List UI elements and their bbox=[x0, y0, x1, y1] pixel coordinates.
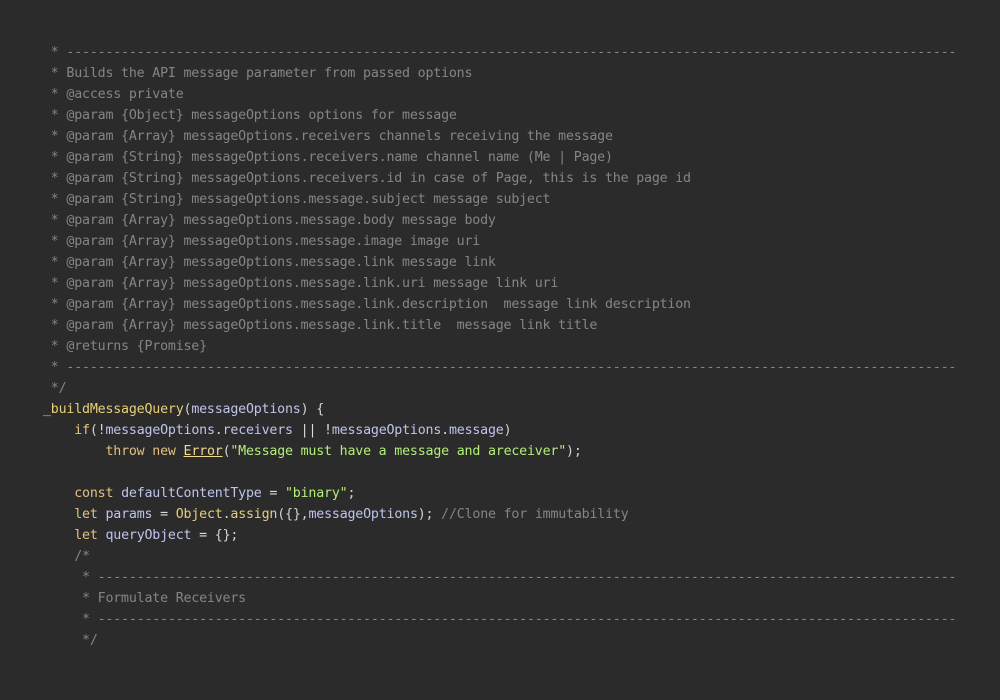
code-line[interactable]: * @param {Array} messageOptions.message.… bbox=[43, 315, 956, 336]
code-line[interactable]: * @param {Array} messageOptions.message.… bbox=[43, 252, 956, 273]
code-token-comment: * @access private bbox=[43, 87, 184, 102]
code-token-var: defaultContentType bbox=[121, 486, 262, 501]
code-token-keyword: throw bbox=[105, 444, 145, 459]
code-token-comment: /* bbox=[43, 549, 90, 564]
code-token-comment: * @param {Array} messageOptions.message.… bbox=[43, 255, 496, 270]
code-token-keyword: const bbox=[74, 486, 114, 501]
code-line[interactable]: throw new Error("Message must have a mes… bbox=[43, 441, 956, 462]
code-line[interactable]: * @param {String} messageOptions.receive… bbox=[43, 147, 956, 168]
code-token-punct: ) { bbox=[300, 402, 325, 417]
code-line[interactable]: * @param {Array} messageOptions.message.… bbox=[43, 210, 956, 231]
code-token-comment: * @param {String} messageOptions.message… bbox=[43, 192, 551, 207]
code-line[interactable]: * @returns {Promise} bbox=[43, 336, 956, 357]
code-token-string: "Message must have a message and areceiv… bbox=[230, 444, 567, 459]
code-line[interactable]: * Builds the API message parameter from … bbox=[43, 63, 956, 84]
code-line[interactable]: * @param {Object} messageOptions options… bbox=[43, 105, 956, 126]
code-token-comment: * --------------------------------------… bbox=[43, 612, 957, 627]
code-token-var: messageOptions bbox=[191, 402, 301, 417]
code-token-comment: * @param {Object} messageOptions options… bbox=[43, 108, 457, 123]
code-token-punct: ); bbox=[566, 444, 582, 459]
code-token-op: = bbox=[261, 486, 285, 501]
code-token-comment: * Builds the API message parameter from … bbox=[43, 66, 473, 81]
code-line[interactable]: * --------------------------------------… bbox=[43, 357, 957, 378]
code-token-var: params bbox=[105, 507, 153, 522]
code-token-prop: message bbox=[448, 423, 504, 438]
code-token-op: = bbox=[191, 528, 215, 543]
code-line[interactable]: let queryObject = {}; bbox=[43, 525, 956, 546]
code-token-comment: * @returns {Promise} bbox=[43, 339, 207, 354]
code-token-op: = bbox=[152, 507, 176, 522]
code-line[interactable]: if(!messageOptions.receivers || !message… bbox=[43, 420, 956, 441]
code-token-prop: receivers bbox=[222, 423, 293, 438]
code-line[interactable]: * @param {Array} messageOptions.message.… bbox=[43, 294, 956, 315]
code-token-keyword: let bbox=[74, 528, 98, 543]
code-token-func: assign bbox=[230, 507, 278, 522]
code-token-comment: * --------------------------------------… bbox=[43, 570, 957, 585]
code-token-comment: * @param {Array} messageOptions.message.… bbox=[43, 234, 481, 249]
code-token-string: "binary" bbox=[285, 486, 348, 501]
code-line[interactable]: */ bbox=[43, 378, 956, 399]
code-token-punct: (! bbox=[89, 423, 106, 438]
code-line[interactable]: /* bbox=[43, 546, 956, 567]
code-line[interactable]: * Formulate Receivers bbox=[43, 588, 956, 609]
code-token-func: _buildMessageQuery bbox=[43, 402, 184, 417]
code-token-op: || ! bbox=[292, 423, 332, 438]
code-token-punct: ; bbox=[347, 486, 356, 501]
code-token-comment: * @param {Array} messageOptions.message.… bbox=[43, 276, 559, 291]
code-token-punct: . bbox=[441, 423, 449, 438]
code-token-comment: * @param {String} messageOptions.receive… bbox=[43, 171, 691, 186]
code-line[interactable]: * --------------------------------------… bbox=[43, 567, 956, 588]
code-line[interactable]: * @param {Array} messageOptions.message.… bbox=[43, 231, 956, 252]
code-token-comment: * @param {String} messageOptions.receive… bbox=[43, 150, 613, 165]
code-token-keyword: let bbox=[74, 507, 98, 522]
code-token-punct: {}; bbox=[214, 528, 239, 543]
code-token-comment: */ bbox=[43, 381, 67, 396]
code-token-punct: ({}, bbox=[277, 507, 309, 522]
code-text-area[interactable]: * --------------------------------------… bbox=[43, 42, 956, 651]
code-token-comment: * Formulate Receivers bbox=[43, 591, 246, 606]
code-token-var: messageOptions bbox=[331, 423, 442, 438]
code-token-comment: * --------------------------------------… bbox=[43, 360, 957, 375]
code-token-var: messageOptions bbox=[308, 507, 418, 522]
code-token-punct: ) bbox=[503, 423, 512, 438]
code-token-comment: //Clone for immutability bbox=[441, 507, 629, 522]
code-token-keyword: if bbox=[74, 423, 90, 438]
code-line[interactable]: * --------------------------------------… bbox=[43, 609, 956, 630]
code-token-comment: * --------------------------------------… bbox=[43, 45, 957, 60]
code-line[interactable]: const defaultContentType = "binary"; bbox=[43, 483, 956, 504]
code-line[interactable]: * @access private bbox=[43, 84, 956, 105]
code-token-func: Object bbox=[175, 507, 223, 522]
code-line[interactable]: */ bbox=[43, 630, 956, 651]
code-line[interactable]: * @param {Array} messageOptions.message.… bbox=[43, 273, 956, 294]
code-token-punct: . bbox=[214, 423, 223, 438]
code-line[interactable]: let params = Object.assign({},messageOpt… bbox=[43, 504, 956, 525]
code-token-class: Error bbox=[183, 444, 223, 459]
code-token-comment: */ bbox=[43, 633, 98, 648]
code-line[interactable]: * --------------------------------------… bbox=[43, 42, 957, 63]
code-line[interactable] bbox=[43, 462, 956, 483]
code-token-comment: * @param {Array} messageOptions.receiver… bbox=[43, 129, 613, 144]
code-token-comment: * @param {Array} messageOptions.message.… bbox=[43, 213, 496, 228]
code-token-var: messageOptions bbox=[105, 423, 215, 438]
code-line[interactable]: _buildMessageQuery(messageOptions) { bbox=[43, 399, 956, 420]
code-line[interactable]: * @param {Array} messageOptions.receiver… bbox=[43, 126, 956, 147]
code-line[interactable]: * @param {String} messageOptions.message… bbox=[43, 189, 956, 210]
code-line[interactable]: * @param {String} messageOptions.receive… bbox=[43, 168, 956, 189]
code-editor[interactable]: * --------------------------------------… bbox=[0, 0, 1000, 700]
code-token-punct: ); bbox=[417, 507, 442, 522]
code-token-comment: * @param {Array} messageOptions.message.… bbox=[43, 318, 598, 333]
code-token-var: queryObject bbox=[105, 528, 192, 543]
code-token-keyword: new bbox=[152, 444, 176, 459]
code-token-comment: * @param {Array} messageOptions.message.… bbox=[43, 297, 691, 312]
